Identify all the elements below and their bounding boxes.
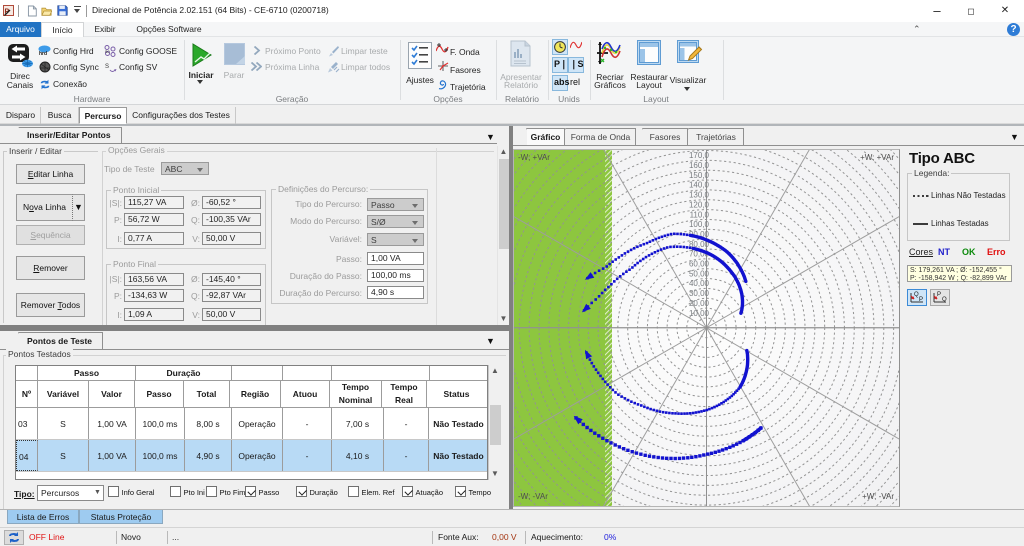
svg-text:10,00: 10,00 [689,309,710,318]
svg-text:110,0: 110,0 [690,210,710,219]
svg-text:60,00: 60,00 [689,260,710,269]
svg-text:120,0: 120,0 [689,200,710,209]
svg-text:170,0: 170,0 [689,151,710,160]
svg-text:30,00: 30,00 [689,289,710,298]
svg-text:hrd: hrd [39,51,47,56]
svg-text:+W; +VAr: +W; +VAr [860,153,894,162]
svg-text:130,0: 130,0 [689,191,710,200]
svg-text:-W; +VAr: -W; +VAr [518,153,550,162]
svg-text:P: P [937,292,941,298]
svg-text:20,00: 20,00 [689,299,710,308]
svg-text:+W; -VAr: +W; -VAr [862,492,894,501]
svg-text:150,0: 150,0 [689,171,710,180]
svg-text:140,0: 140,0 [689,181,710,190]
svg-text:160,0: 160,0 [689,161,710,170]
svg-text:50,00: 50,00 [689,269,710,278]
svg-text:S: S [105,64,109,70]
svg-text:Q: Q [942,297,947,303]
svg-text:P: P [919,297,923,303]
svg-text:so: so [105,49,110,54]
svg-text:100,0: 100,0 [689,220,710,229]
svg-text:40,00: 40,00 [689,279,710,288]
svg-text:-W; -VAr: -W; -VAr [518,492,548,501]
